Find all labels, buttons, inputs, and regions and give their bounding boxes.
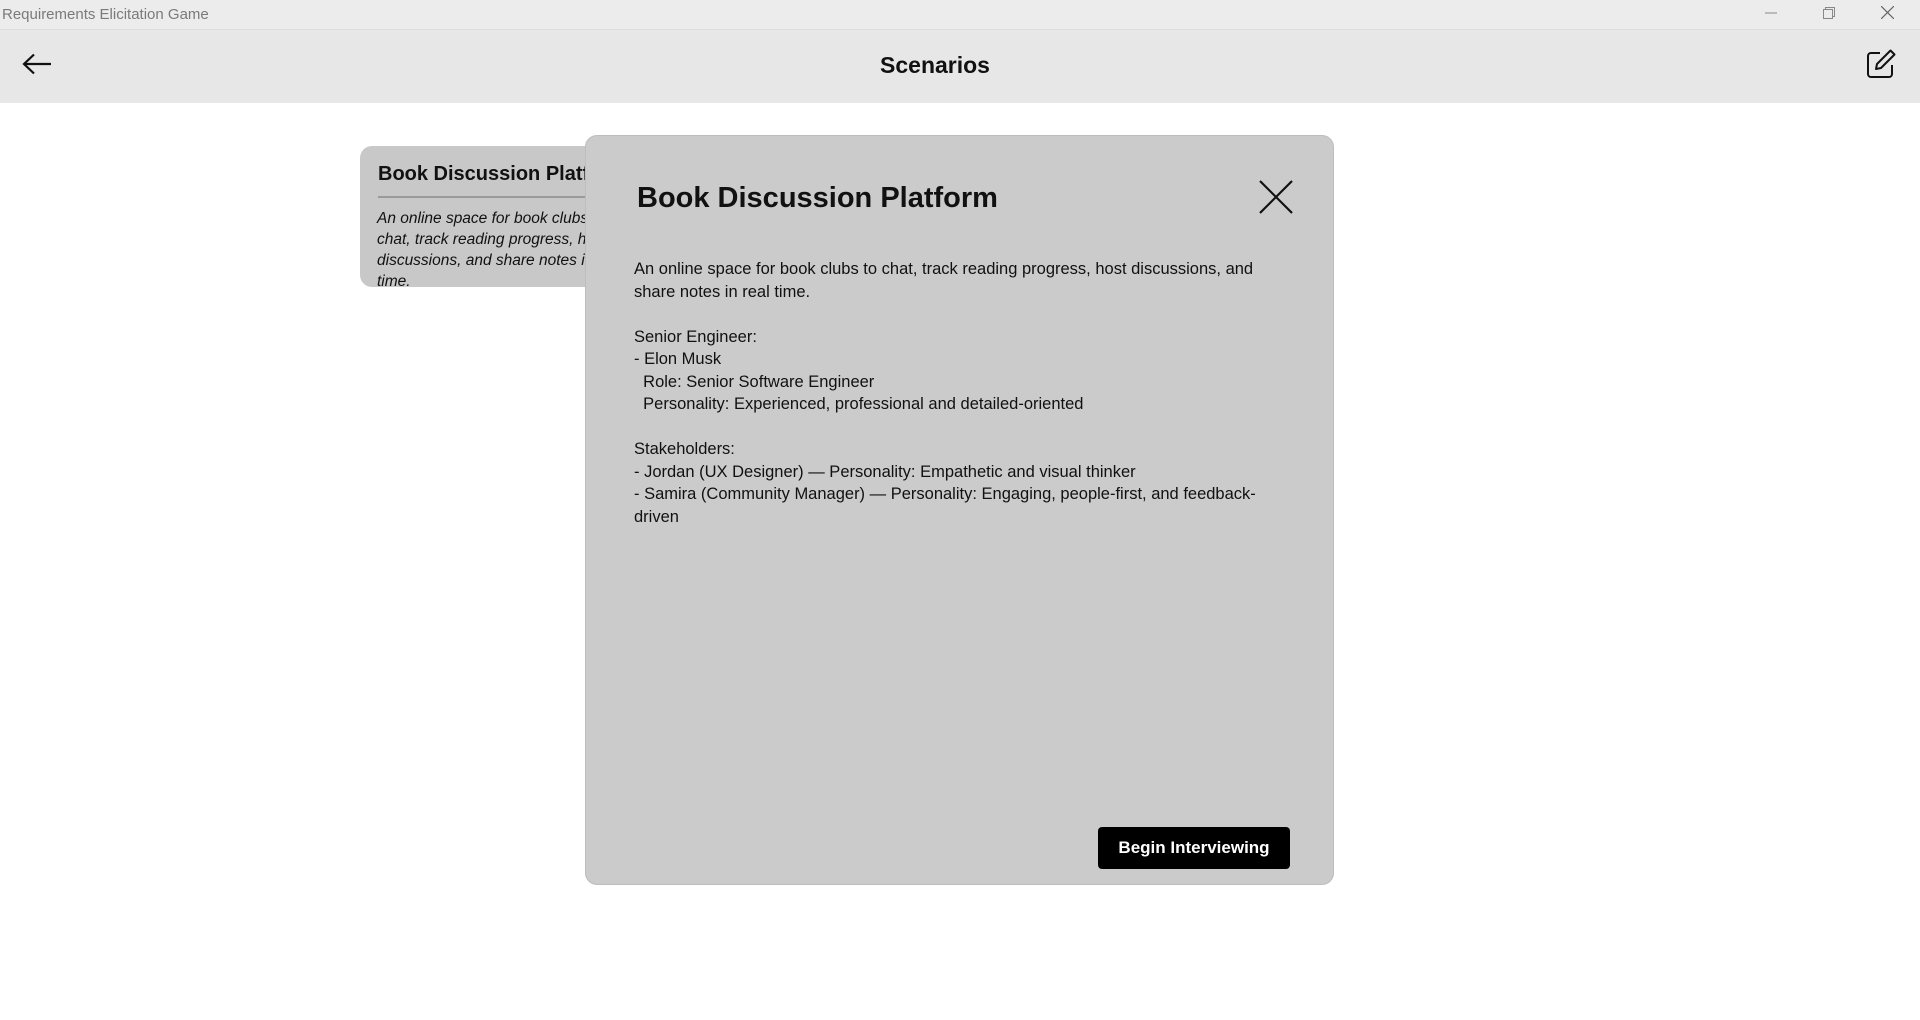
window-titlebar: Requirements Elicitation Game	[0, 0, 1920, 30]
stakeholder-item: - Jordan (UX Designer) — Personality: Em…	[634, 462, 1136, 481]
minimize-icon	[1765, 6, 1777, 24]
engineer-personality: Personality: Experienced, professional a…	[634, 395, 1084, 413]
engineer-role: Role: Senior Software Engineer	[634, 372, 875, 391]
modal-close-button[interactable]	[1256, 179, 1296, 219]
restore-icon	[1823, 6, 1835, 24]
engineer-name: - Elon Musk	[634, 350, 722, 368]
close-icon	[1880, 5, 1894, 24]
scenario-card-description: An online space for book clubs to chat, …	[377, 210, 600, 287]
page-title: Scenarios	[880, 52, 990, 78]
window-close-button[interactable]	[1858, 0, 1916, 29]
edit-button[interactable]	[1862, 47, 1900, 85]
modal-description: An online space for book clubs to chat, …	[634, 260, 1258, 301]
app-header: Scenarios	[0, 30, 1920, 103]
close-icon	[1259, 179, 1293, 219]
engineer-heading: Senior Engineer:	[634, 327, 757, 346]
restore-button[interactable]	[1800, 0, 1858, 29]
begin-interviewing-button[interactable]: Begin Interviewing	[1098, 827, 1290, 869]
window-title: Requirements Elicitation Game	[2, 6, 209, 23]
modal-title: Book Discussion Platform	[637, 182, 998, 214]
scenario-card[interactable]: Book Discussion Platform An online space…	[360, 146, 600, 287]
minimize-button[interactable]	[1742, 0, 1800, 29]
stakeholder-item: - Samira (Community Manager) — Personali…	[634, 485, 1256, 526]
stakeholders-heading: Stakeholders:	[634, 440, 735, 458]
edit-icon	[1865, 48, 1897, 85]
modal-body: An online space for book clubs to chat, …	[634, 258, 1294, 528]
scenario-detail-modal: Book Discussion Platform An online space…	[585, 135, 1334, 885]
scenario-card-divider	[378, 196, 600, 198]
scenario-card-title: Book Discussion Platform	[378, 163, 600, 185]
